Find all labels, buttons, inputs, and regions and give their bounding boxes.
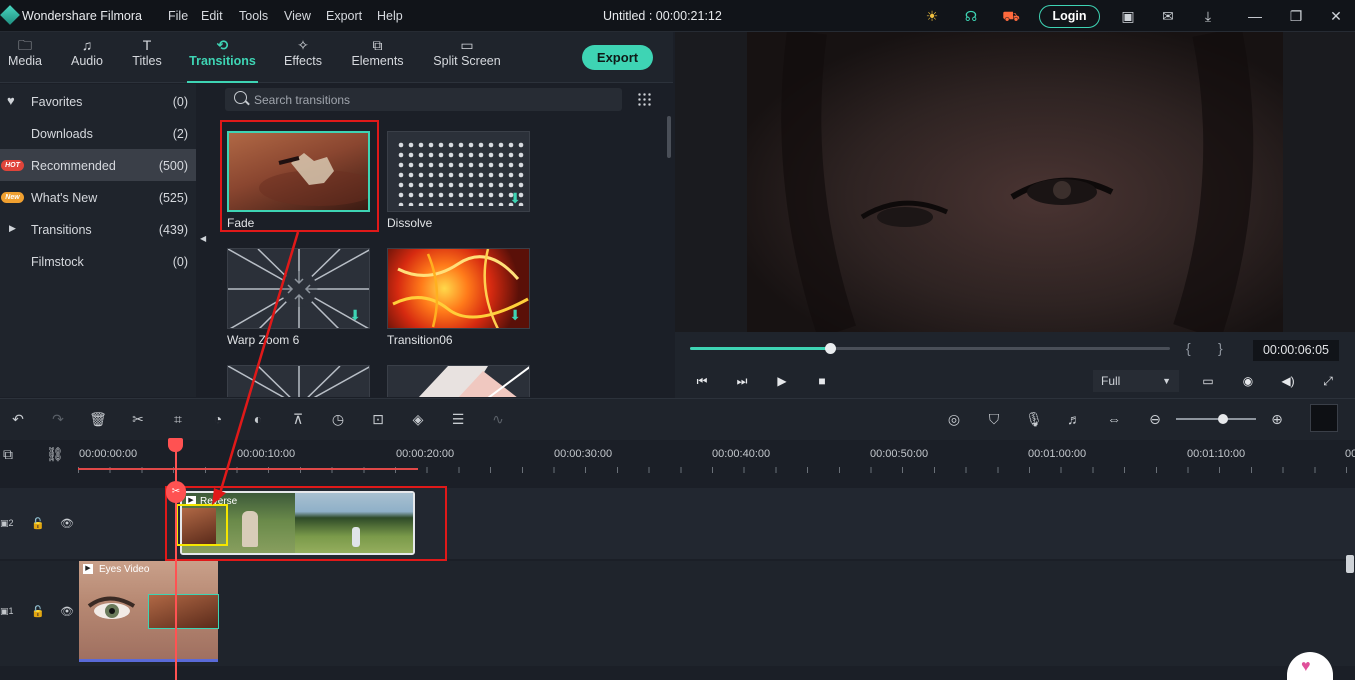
- drag-arrow-annotation: [212, 231, 300, 505]
- timeline-vertical-scrollbar[interactable]: [1346, 555, 1354, 573]
